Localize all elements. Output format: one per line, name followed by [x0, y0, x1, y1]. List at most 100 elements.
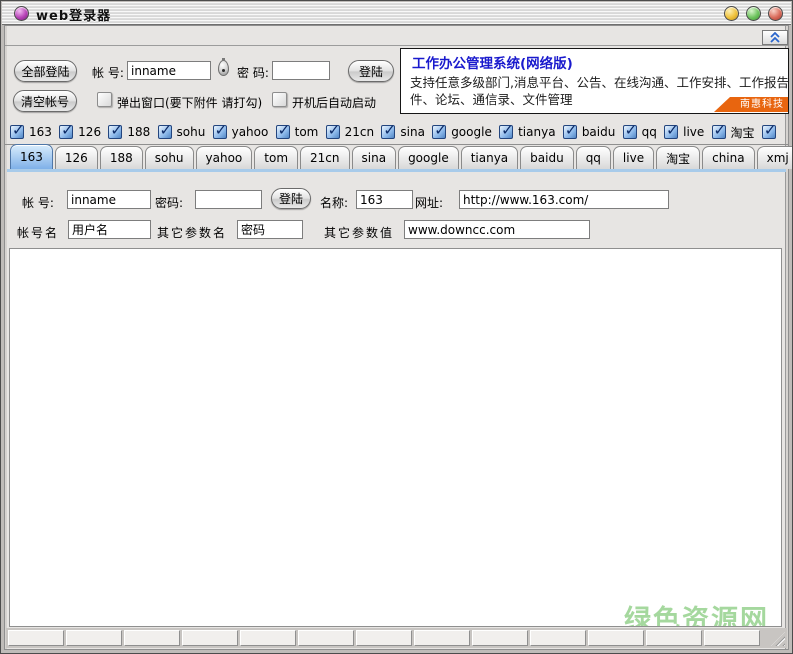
popup-checkbox[interactable]	[97, 92, 112, 107]
tab-sohu[interactable]: sohu	[145, 146, 194, 169]
site-checkbox-label: yahoo	[232, 125, 269, 139]
detail-password-input[interactable]	[195, 190, 262, 209]
checkbox-checked-icon[interactable]	[623, 125, 637, 139]
checkbox-checked-icon[interactable]	[10, 125, 24, 139]
client-area: 全部登陆 帐 号: 密 码: 登陆 清空帐号 弹出窗口(要下附件 请打勾) 开机…	[4, 25, 789, 650]
detail-password-label: 密码:	[155, 194, 183, 211]
bottom-bar-segment	[8, 630, 64, 646]
clear-accounts-button[interactable]: 清空帐号	[13, 90, 77, 112]
bottom-bar-segment	[124, 630, 180, 646]
minimize-button[interactable]	[724, 6, 739, 21]
site-checkbox-label: 126	[78, 125, 101, 139]
site-checkbox-item[interactable]: live	[664, 125, 704, 139]
detail-name-label: 名称:	[320, 194, 348, 211]
tab-china[interactable]: china	[702, 146, 755, 169]
site-checkbox-item[interactable]: baidu	[563, 125, 616, 139]
param-value-input[interactable]	[404, 220, 590, 239]
checkbox-checked-icon[interactable]	[213, 125, 227, 139]
bottom-bar-segment	[414, 630, 470, 646]
site-checkbox-item[interactable]: qq	[623, 125, 657, 139]
site-checkbox-label: sina	[400, 125, 425, 139]
bottom-bar-segment	[530, 630, 586, 646]
checkbox-checked-icon[interactable]	[762, 125, 776, 139]
site-checkbox-label: sohu	[177, 125, 206, 139]
checkbox-checked-icon[interactable]	[108, 125, 122, 139]
site-checkbox-item[interactable]: yahoo	[213, 125, 269, 139]
site-checkbox-item[interactable]: 188	[108, 125, 150, 139]
tab-tom[interactable]: tom	[254, 146, 298, 169]
tab-google[interactable]: google	[398, 146, 459, 169]
checkbox-checked-icon[interactable]	[664, 125, 678, 139]
login-button[interactable]: 登陆	[348, 60, 394, 82]
maximize-button[interactable]	[746, 6, 761, 21]
app-window: web登录器 全部登陆 帐 号: 密 码: 登陆 清空帐号 弹出窗口(要下附件 …	[0, 0, 793, 654]
info-panel: 工作办公管理系统(网络版) 支持任意多级部门,消息平台、公告、在线沟通、工作安排…	[400, 48, 789, 114]
site-checkbox-label: live	[683, 125, 704, 139]
site-checkbox-label: 163	[29, 125, 52, 139]
detail-account-input[interactable]	[67, 190, 151, 209]
tab-sina[interactable]: sina	[352, 146, 397, 169]
checkbox-checked-icon[interactable]	[499, 125, 513, 139]
site-checkbox-item[interactable]: tom	[276, 125, 319, 139]
site-checkbox-label: tom	[295, 125, 319, 139]
checkbox-checked-icon[interactable]	[158, 125, 172, 139]
site-checkbox-label: 188	[127, 125, 150, 139]
param-value-label: 其它参数值	[324, 224, 394, 241]
tab-baidu[interactable]: baidu	[520, 146, 574, 169]
detail-name-input[interactable]	[356, 190, 413, 209]
tab-xmj[interactable]: xmj	[757, 146, 793, 169]
checkbox-checked-icon[interactable]	[563, 125, 577, 139]
bulb-icon	[218, 60, 229, 76]
site-checkbox-row: 163 126 188 sohu yahoo tom 21cn sina google tiany…	[10, 120, 781, 144]
tab-163[interactable]: 163	[10, 144, 53, 169]
checkbox-checked-icon[interactable]	[432, 125, 446, 139]
watermark-site-url: www.downcc.com	[596, 624, 739, 627]
autostart-checkbox[interactable]	[272, 92, 287, 107]
title-bar[interactable]: web登录器	[2, 2, 791, 25]
account-input[interactable]	[127, 61, 211, 80]
bottom-bar-segment	[66, 630, 122, 646]
checkbox-checked-icon[interactable]	[276, 125, 290, 139]
bottom-bar-segment	[182, 630, 238, 646]
site-checkbox-item[interactable]: 163	[10, 125, 52, 139]
username-field-input[interactable]	[68, 220, 151, 239]
detail-url-label: 网址:	[415, 194, 443, 211]
site-checkbox-label: google	[451, 125, 492, 139]
param-name-input[interactable]	[237, 220, 303, 239]
tab-126[interactable]: 126	[55, 146, 98, 169]
site-checkbox-item[interactable]: 21cn	[326, 125, 374, 139]
bottom-bar-segment	[704, 630, 760, 646]
param-name-label: 其它参数名	[157, 224, 227, 241]
tab-yahoo[interactable]: yahoo	[196, 146, 253, 169]
tab-21cn[interactable]: 21cn	[300, 146, 349, 169]
checkbox-checked-icon[interactable]	[59, 125, 73, 139]
password-input[interactable]	[272, 61, 330, 80]
bottom-bar-segment	[240, 630, 296, 646]
checkbox-checked-icon[interactable]	[381, 125, 395, 139]
site-checkbox-item[interactable]: 淘宝	[712, 124, 755, 141]
tab-live[interactable]: live	[613, 146, 654, 169]
info-title: 工作办公管理系统(网络版)	[412, 52, 573, 72]
site-checkbox-item[interactable]: tianya	[499, 125, 555, 139]
tab-淘宝[interactable]: 淘宝	[656, 146, 700, 169]
login-all-button[interactable]: 全部登陆	[14, 60, 77, 82]
collapse-button[interactable]	[762, 30, 788, 45]
detail-login-button[interactable]: 登陆	[271, 188, 311, 209]
site-checkbox-item[interactable]: sohu	[158, 125, 206, 139]
site-checkbox-item[interactable]: 126	[59, 125, 101, 139]
bottom-bar-segment	[298, 630, 354, 646]
tab-qq[interactable]: qq	[576, 146, 611, 169]
checkbox-checked-icon[interactable]	[712, 125, 726, 139]
window-title: web登录器	[36, 5, 111, 24]
site-checkbox-item[interactable]	[762, 125, 781, 139]
account-label: 帐 号:	[92, 64, 124, 81]
tab-tianya[interactable]: tianya	[461, 146, 518, 169]
detail-url-input[interactable]	[459, 190, 669, 209]
site-checkbox-item[interactable]: sina	[381, 125, 425, 139]
autostart-checkbox-label: 开机后自动启动	[292, 94, 376, 111]
tab-188[interactable]: 188	[100, 146, 143, 169]
close-button[interactable]	[768, 6, 783, 21]
detail-account-label: 帐 号:	[22, 194, 54, 211]
site-checkbox-item[interactable]: google	[432, 125, 492, 139]
checkbox-checked-icon[interactable]	[326, 125, 340, 139]
